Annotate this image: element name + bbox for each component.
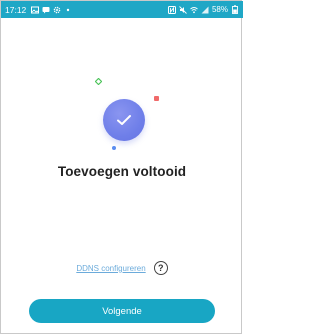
check-icon — [117, 115, 131, 125]
help-icon[interactable]: ? — [153, 261, 168, 275]
message-icon — [42, 6, 50, 14]
ddns-row: DDNS configureren ? — [1, 261, 243, 275]
ddns-configure-link[interactable]: DDNS configureren — [76, 264, 145, 273]
next-button[interactable]: Volgende — [29, 299, 215, 323]
red-dot-decoration — [154, 96, 159, 101]
app-screen: 17:12 58% Toevoegen voltooid DDNS config… — [0, 0, 243, 334]
status-time: 17:12 — [5, 4, 27, 15]
page-title: Toevoegen voltooid — [57, 164, 187, 179]
status-bar: 17:12 58% — [1, 1, 243, 18]
signal-icon — [201, 6, 209, 14]
settings-icon — [53, 6, 61, 14]
mute-icon — [179, 5, 187, 14]
success-circle — [103, 99, 145, 141]
nfc-icon — [167, 5, 176, 14]
battery-percent: 58% — [211, 5, 228, 14]
blue-dot-decoration — [112, 146, 116, 150]
diamond-decoration-icon — [95, 78, 102, 85]
battery-icon — [231, 5, 239, 14]
wifi-icon — [190, 6, 198, 14]
dot-icon — [64, 6, 72, 14]
success-illustration — [91, 76, 161, 156]
gallery-icon — [31, 6, 40, 14]
